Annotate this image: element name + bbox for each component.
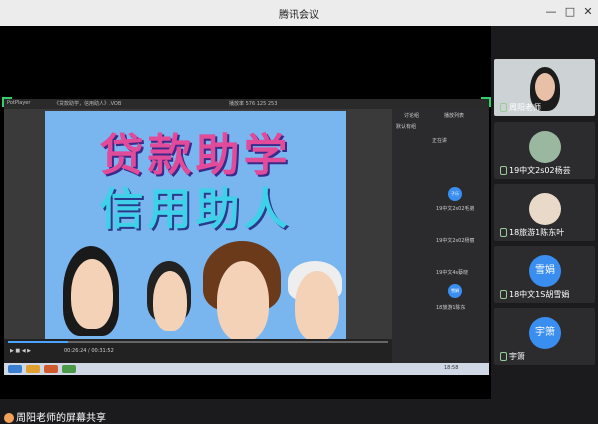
mic-icon [500, 166, 507, 175]
character-1 [71, 259, 113, 329]
mic-icon [500, 228, 507, 237]
participant-name: 18旅游1陈东叶 [500, 227, 564, 238]
player-file-title: 《贷款助学，信用助人》.VOB [54, 101, 122, 107]
chat-item-3: 19中文4s蔡晓 [436, 270, 469, 276]
start-icon [8, 365, 22, 373]
player-titlebar: PotPlayer 《贷款助学，信用助人》.VOB 播放率 576 125 25… [4, 99, 489, 109]
screen-owner-text: 周阳老师的屏幕共享 [16, 413, 106, 424]
participant-tile-1[interactable]: 19中文2s02杨芸 [494, 122, 595, 179]
character-3 [217, 261, 269, 339]
seek-bar[interactable] [8, 341, 388, 343]
play-button[interactable]: ▶ ■ ◀ ▶ [10, 348, 31, 354]
chat-header: 默认有组 [396, 124, 417, 130]
close-button[interactable]: ✕ [581, 5, 595, 19]
mic-icon [500, 103, 507, 112]
time-display: 00:26:24 / 00:31:52 [64, 348, 114, 354]
participant-tile-2[interactable]: 18旅游1陈东叶 [494, 184, 595, 241]
participant-avatar: 宇箫 [529, 317, 561, 349]
participant-avatar [529, 193, 561, 225]
participant-avatar [529, 131, 561, 163]
character-4 [295, 271, 339, 339]
video-frame[interactable]: 贷款助学 信用助人 [45, 111, 346, 339]
chat-tab-1[interactable]: 播放列表 [444, 112, 464, 119]
minimize-button[interactable]: — [544, 5, 558, 19]
chat-item-4: 18旅游1陈东 [436, 305, 466, 311]
maximize-button[interactable]: □ [563, 5, 577, 19]
participant-name: 19中文2s02杨芸 [500, 165, 571, 176]
participant-name: 18中文1S胡雪娟 [500, 289, 569, 300]
participant-tile-3[interactable]: 雪娟 18中文1S胡雪娟 [494, 246, 595, 303]
character-2 [153, 271, 187, 331]
slide-title-line2: 信用助人 [99, 184, 292, 235]
shared-taskbar: 18:58 [4, 363, 489, 375]
participant-name: 宇箫 [500, 351, 525, 362]
folder-icon [26, 365, 40, 373]
player-app-name: PotPlayer [7, 100, 31, 106]
chat-item-1: 19中文2s02毛弟 [436, 206, 475, 212]
chat-tab-0[interactable]: 讨论组 [404, 112, 419, 119]
chat-panel: 讨论组 播放列表 默认有组 正在讲 19中文2s02毛弟 19中文2s02杨丽 … [392, 109, 489, 363]
shared-screen-stage: PotPlayer 《贷款助学，信用助人》.VOB 播放率 576 125 25… [0, 26, 491, 424]
player-controls: ▶ ■ ◀ ▶ 00:26:24 / 00:31:52 [4, 339, 392, 363]
chat-item-2: 19中文2s02杨丽 [436, 238, 475, 244]
participant-face [535, 73, 555, 101]
participant-tile-4[interactable]: 宇箫 宇箫 [494, 308, 595, 365]
participant-tile-0[interactable]: 周阳老师 [494, 59, 595, 116]
mini-avatar-0: 子乐 [448, 187, 462, 201]
app-icon [62, 365, 76, 373]
seek-progress [8, 341, 68, 343]
window-title: 腾讯会议 [279, 10, 319, 21]
taskbar-clock: 18:58 [444, 365, 459, 371]
app-icon [44, 365, 58, 373]
title-bar: 腾讯会议 — □ ✕ [0, 0, 598, 27]
chat-item-0: 正在讲 [432, 138, 448, 144]
mic-icon [500, 290, 507, 299]
player-info: 播放率 576 125 253 [229, 101, 278, 107]
user-avatar-icon [4, 413, 14, 423]
participant-name: 周阳老师 [500, 102, 541, 113]
screen-share-label: 周阳老师的屏幕共享 [4, 409, 106, 424]
shared-desktop: PotPlayer 《贷款助学，信用助人》.VOB 播放率 576 125 25… [2, 97, 491, 375]
mini-avatar-1: 雪娟 [448, 284, 462, 298]
participant-sidebar: 周阳老师 19中文2s02杨芸 18旅游1陈东叶 雪娟 18中文1S胡雪娟 宇箫… [491, 26, 598, 399]
participant-avatar: 雪娟 [529, 255, 561, 287]
mic-icon [500, 352, 507, 361]
